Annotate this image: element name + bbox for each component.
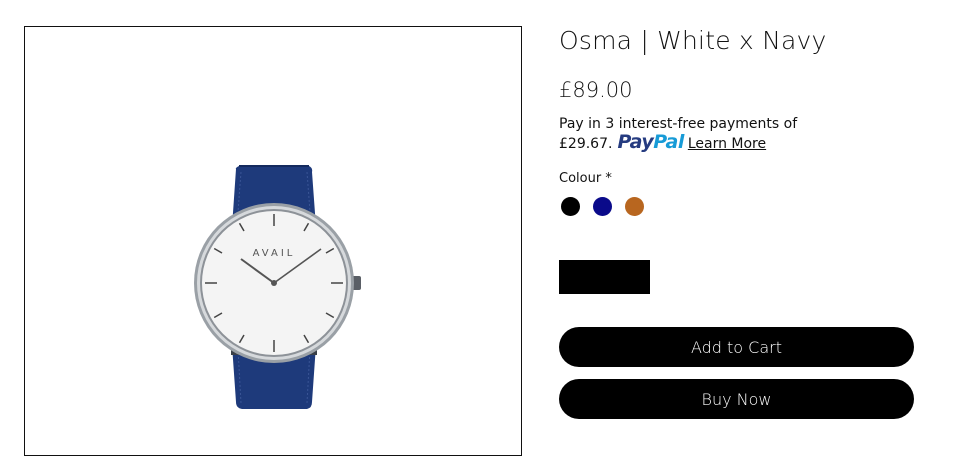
paypal-logo-pay: Pay	[617, 131, 654, 153]
paypal-logo-pal: Pal	[653, 131, 684, 153]
swatch-black[interactable]	[561, 197, 580, 216]
paypal-logo: PayPal	[617, 131, 684, 153]
swatch-tan[interactable]	[625, 197, 644, 216]
buy-now-button[interactable]: Buy Now	[559, 379, 914, 419]
installment-line: £29.67. PayPal Learn More	[559, 131, 766, 153]
add-to-cart-button[interactable]: Add to Cart	[559, 327, 914, 367]
colour-swatches	[561, 197, 644, 216]
product-title: Osma | White x Navy	[559, 26, 827, 55]
watch-image: AVAIL	[194, 165, 361, 409]
product-price: £89.00	[559, 78, 633, 102]
selected-option-box[interactable]	[559, 260, 650, 294]
installment-amount: £29.67.	[559, 136, 613, 152]
learn-more-link[interactable]: Learn More	[688, 136, 766, 152]
colour-label: Colour *	[559, 171, 612, 186]
watch-brand-text: AVAIL	[253, 248, 296, 259]
installment-text: Pay in 3 interest-free payments of	[559, 116, 798, 132]
swatch-navy[interactable]	[593, 197, 612, 216]
product-image-frame[interactable]: AVAIL	[24, 26, 522, 456]
